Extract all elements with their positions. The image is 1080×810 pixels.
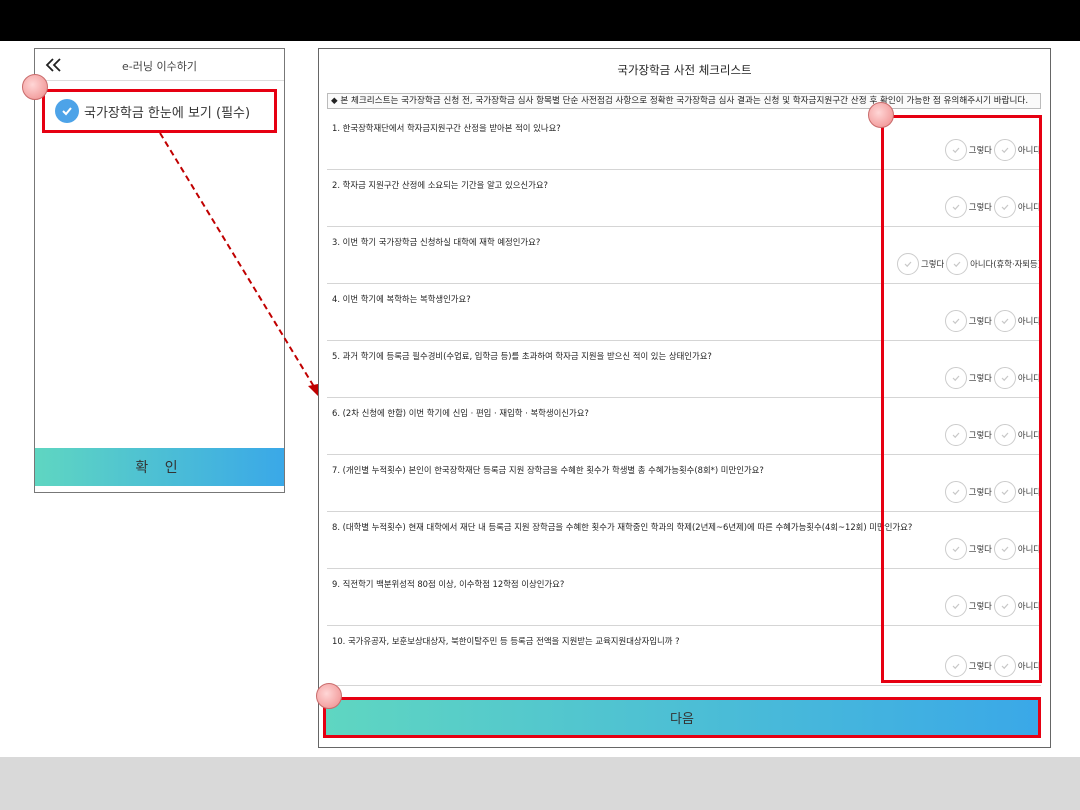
question-text: 6. (2차 신청에 한함) 이번 학기에 신입 · 편입 · 재입학 · 복학… bbox=[332, 408, 589, 418]
question-text: 8. (대학별 누적횟수) 현재 대학에서 재단 내 등록금 지원 장학금을 수… bbox=[332, 522, 913, 532]
next-button[interactable]: 다음 bbox=[323, 697, 1041, 738]
required-checkbox-row[interactable]: 국가장학금 한눈에 보기 (필수) bbox=[42, 89, 277, 133]
question-text: 2. 학자금 지원구간 산정에 소요되는 기간을 알고 있으신가요? bbox=[332, 180, 548, 190]
annotation-marker bbox=[22, 74, 48, 100]
question-text: 3. 이번 학기 국가장학금 신청하실 대학에 재학 예정인가요? bbox=[332, 237, 541, 247]
question-text: 10. 국가유공자, 보훈보상대상자, 북한이탈주민 등 등록금 전액을 지원받… bbox=[332, 636, 680, 646]
confirm-button[interactable]: 확 인 bbox=[35, 448, 284, 486]
checkbox-label: 국가장학금 한눈에 보기 (필수) bbox=[84, 105, 251, 121]
answer-column-highlight bbox=[881, 115, 1042, 683]
checklist-title: 국가장학금 사전 체크리스트 bbox=[617, 63, 752, 77]
question-text: 1. 한국장학재단에서 학자금지원구간 산정을 받아본 적이 있나요? bbox=[332, 123, 561, 133]
top-black-bar bbox=[0, 0, 1080, 41]
checklist-notice: ◆ 본 체크리스트는 국가장학금 신청 전, 국가장학금 심사 항목별 단순 사… bbox=[327, 93, 1041, 109]
question-text: 9. 직전학기 백분위성적 80점 이상, 이수학점 12학점 이상인가요? bbox=[332, 579, 565, 589]
question-text: 5. 과거 학기에 등록금 필수경비(수업료, 입학금 등)를 초과하여 학자금… bbox=[332, 351, 712, 361]
annotation-marker bbox=[316, 683, 342, 709]
question-text: 4. 이번 학기에 복학하는 복학생인가요? bbox=[332, 294, 471, 304]
check-circle-icon[interactable] bbox=[55, 99, 79, 123]
annotation-marker bbox=[868, 102, 894, 128]
mobile-title: e-러닝 이수하기 bbox=[122, 60, 197, 73]
mobile-header: e-러닝 이수하기 bbox=[35, 49, 284, 81]
mobile-elearning-panel: e-러닝 이수하기 국가장학금 한눈에 보기 (필수) 확 인 bbox=[34, 48, 285, 493]
bottom-gray-bar bbox=[0, 757, 1080, 810]
question-text: 7. (개인별 누적횟수) 본인이 한국장학재단 등록금 지원 장학금을 수혜한… bbox=[332, 465, 764, 475]
